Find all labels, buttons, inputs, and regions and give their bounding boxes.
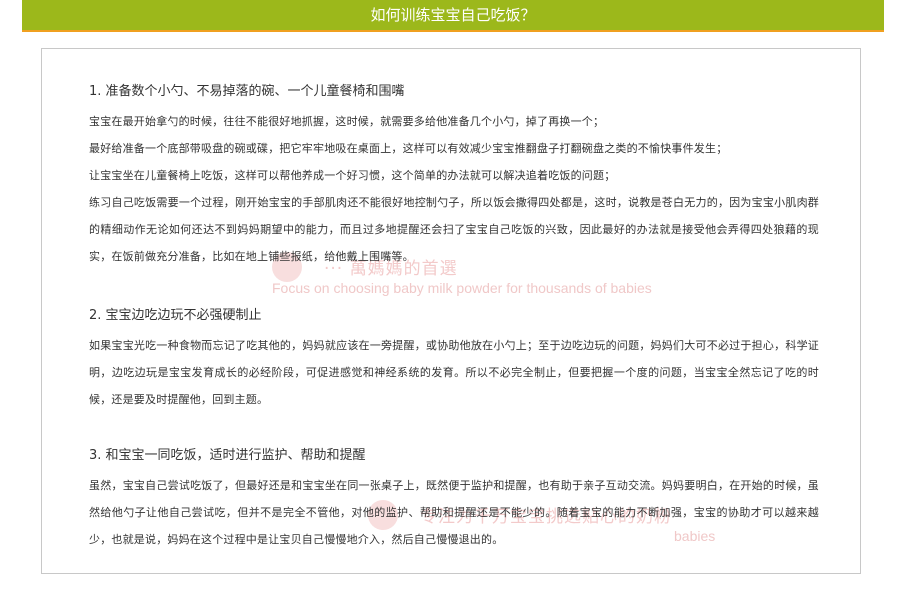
section-paragraph: 宝宝在最开始拿勺的时候，往往不能很好地抓握，这时候，就需要多给他准备几个小勺，掉…: [89, 115, 605, 128]
page-title: 如何训练宝宝自己吃饭？: [370, 6, 536, 24]
section-paragraph: 让宝宝坐在儿童餐椅上吃饭，这样可以帮他养成一个好习惯，这个简单的办法就可以解决追…: [89, 169, 616, 182]
section-heading: 2. 宝宝边吃边玩不必强硬制止: [89, 308, 262, 323]
section-3: 3. 和宝宝一同吃饭，适时进行监护、帮助和提醒 虽然，宝宝自己尝试吃饭了，但最好…: [89, 446, 819, 553]
section-paragraph: 练习自己吃饭需要一个过程，刚开始宝宝的手部肌肉还不能很好地控制勺子，所以饭会撒得…: [89, 196, 819, 263]
section-2: 2. 宝宝边吃边玩不必强硬制止 如果宝宝光吃一种食物而忘记了吃其他的，妈妈就应该…: [89, 306, 819, 413]
section-heading: 3. 和宝宝一同吃饭，适时进行监护、帮助和提醒: [89, 448, 366, 463]
section-paragraph: 虽然，宝宝自己尝试吃饭了，但最好还是和宝宝坐在同一张桌子上，既然便于监护和提醒，…: [89, 479, 819, 546]
section-1: 1. 准备数个小勺、不易掉落的碗、一个儿童餐椅和围嘴 宝宝在最开始拿勺的时候，往…: [89, 82, 819, 270]
section-paragraph: 最好给准备一个底部带吸盘的碗或碟，把它牢牢地吸在桌面上，这样可以有效减少宝宝推翻…: [89, 142, 728, 155]
section-heading: 1. 准备数个小勺、不易掉落的碗、一个儿童餐椅和围嘴: [89, 84, 405, 99]
page-title-bar: 如何训练宝宝自己吃饭？: [22, 0, 884, 32]
section-paragraph: 如果宝宝光吃一种食物而忘记了吃其他的，妈妈就应该在一旁提醒，或协助他放在小勺上；…: [89, 339, 819, 406]
